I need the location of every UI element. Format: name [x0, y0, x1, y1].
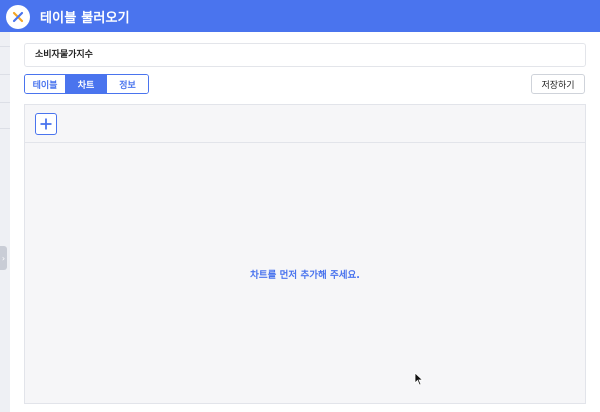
mouse-cursor-icon — [414, 372, 424, 386]
sidebar-toggle[interactable]: › — [0, 246, 7, 270]
divider — [0, 46, 10, 47]
empty-chart-message: 차트를 먼저 추가해 주세요. — [250, 270, 360, 281]
window-header: 테이블 불러오기 — [0, 0, 600, 32]
left-sidebar-edge: › — [0, 32, 10, 412]
divider — [0, 128, 10, 129]
divider — [0, 74, 10, 75]
tab-info[interactable]: 정보 — [107, 75, 148, 93]
divider — [0, 102, 10, 103]
chart-toolbar — [25, 105, 585, 143]
close-icon — [12, 11, 24, 23]
save-button[interactable]: 저장하기 — [531, 74, 585, 94]
main-panel: 소비자물가지수 테이블 차트 정보 저장하기 차트를 먼저 추가해 주세요. — [10, 32, 600, 412]
chevron-right-icon: › — [1, 253, 6, 263]
view-tabs: 테이블 차트 정보 — [24, 74, 149, 94]
table-name-field[interactable]: 소비자물가지수 — [24, 43, 586, 67]
tab-chart[interactable]: 차트 — [66, 75, 107, 93]
add-chart-button[interactable] — [35, 113, 57, 135]
close-button[interactable] — [6, 5, 30, 29]
plus-icon — [40, 118, 52, 130]
tab-table[interactable]: 테이블 — [25, 75, 66, 93]
chart-area: 차트를 먼저 추가해 주세요. — [24, 104, 586, 404]
page-title: 테이블 불러오기 — [40, 11, 130, 26]
